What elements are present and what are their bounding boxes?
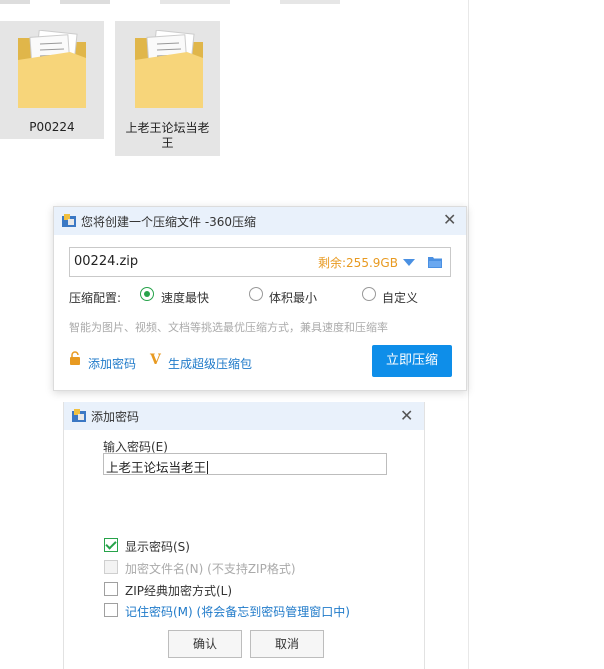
- folder-item-laowang[interactable]: 上老王论坛当老王: [115, 21, 220, 156]
- cancel-button[interactable]: 取消: [250, 630, 324, 658]
- close-icon[interactable]: ✕: [443, 212, 456, 228]
- radio-custom[interactable]: [362, 287, 376, 301]
- password-dialog: 添加密码 ✕ 输入密码(E) 上老王论坛当老王 显示密码(S) 加密文件名(N)…: [63, 402, 425, 669]
- compress-dialog: 您将创建一个压缩文件 -360压缩 ✕ 00224.zip 剩余:255.9GB…: [53, 206, 467, 391]
- remember-password-checkbox[interactable]: [104, 603, 118, 617]
- ok-button[interactable]: 确认: [168, 630, 242, 658]
- chevron-down-icon[interactable]: [403, 259, 415, 266]
- pane-divider: [468, 0, 469, 669]
- show-password-checkbox[interactable]: [104, 538, 118, 552]
- zip-classic-encryption-checkbox[interactable]: [104, 582, 118, 596]
- free-space-label: 剩余:255.9GB: [318, 256, 398, 270]
- compress-hint: 智能为图片、视频、文档等挑选最优压缩方式，兼具速度和压缩率: [69, 321, 388, 334]
- password-dialog-titlebar[interactable]: 添加密码 ✕: [64, 402, 424, 430]
- compress-now-button[interactable]: 立即压缩: [372, 345, 452, 377]
- super-package-link[interactable]: 生成超级压缩包: [168, 355, 252, 372]
- radio-fastest-label[interactable]: 速度最快: [161, 289, 209, 306]
- archive-filename: 00224.zip: [74, 254, 139, 269]
- encrypt-filename-checkbox[interactable]: [104, 560, 118, 574]
- remember-password-label[interactable]: 记住密码(M) (将会备忘到密码管理窗口中): [125, 603, 350, 620]
- explorer-top-strip: [0, 0, 470, 6]
- close-icon[interactable]: ✕: [400, 408, 413, 424]
- folder-icon: [135, 30, 203, 108]
- compress-dialog-titlebar[interactable]: 您将创建一个压缩文件 -360压缩 ✕: [54, 207, 466, 235]
- encrypt-filename-label: 加密文件名(N) (不支持ZIP格式): [125, 562, 296, 576]
- folder-name: P00224: [29, 120, 75, 134]
- 360-zip-app-icon: [62, 214, 76, 227]
- radio-smallest-label[interactable]: 体积最小: [269, 289, 317, 306]
- 360-zip-app-icon: [72, 409, 86, 422]
- show-password-label[interactable]: 显示密码(S): [125, 538, 190, 555]
- folder-icon: [18, 30, 86, 108]
- password-dialog-title: 添加密码: [91, 410, 140, 424]
- radio-fastest[interactable]: [140, 287, 154, 301]
- zip-classic-encryption-label[interactable]: ZIP经典加密方式(L): [125, 582, 232, 599]
- password-input[interactable]: 上老王论坛当老王: [103, 453, 387, 475]
- compress-dialog-title: 您将创建一个压缩文件 -360压缩: [81, 215, 257, 229]
- archive-name-field[interactable]: 00224.zip 剩余:255.9GB: [69, 247, 451, 277]
- compress-config-label: 压缩配置:: [69, 291, 122, 305]
- super-package-icon: V: [150, 352, 161, 368]
- radio-custom-label[interactable]: 自定义: [382, 289, 418, 306]
- password-value: 上老王论坛当老王: [106, 460, 209, 475]
- lock-icon: [70, 351, 80, 365]
- add-password-link[interactable]: 添加密码: [88, 355, 136, 372]
- folder-name: 上老王论坛当老王: [125, 121, 210, 150]
- folder-item-p00224[interactable]: P00224: [0, 21, 104, 139]
- radio-smallest[interactable]: [249, 287, 263, 301]
- browse-folder-icon[interactable]: [428, 256, 442, 268]
